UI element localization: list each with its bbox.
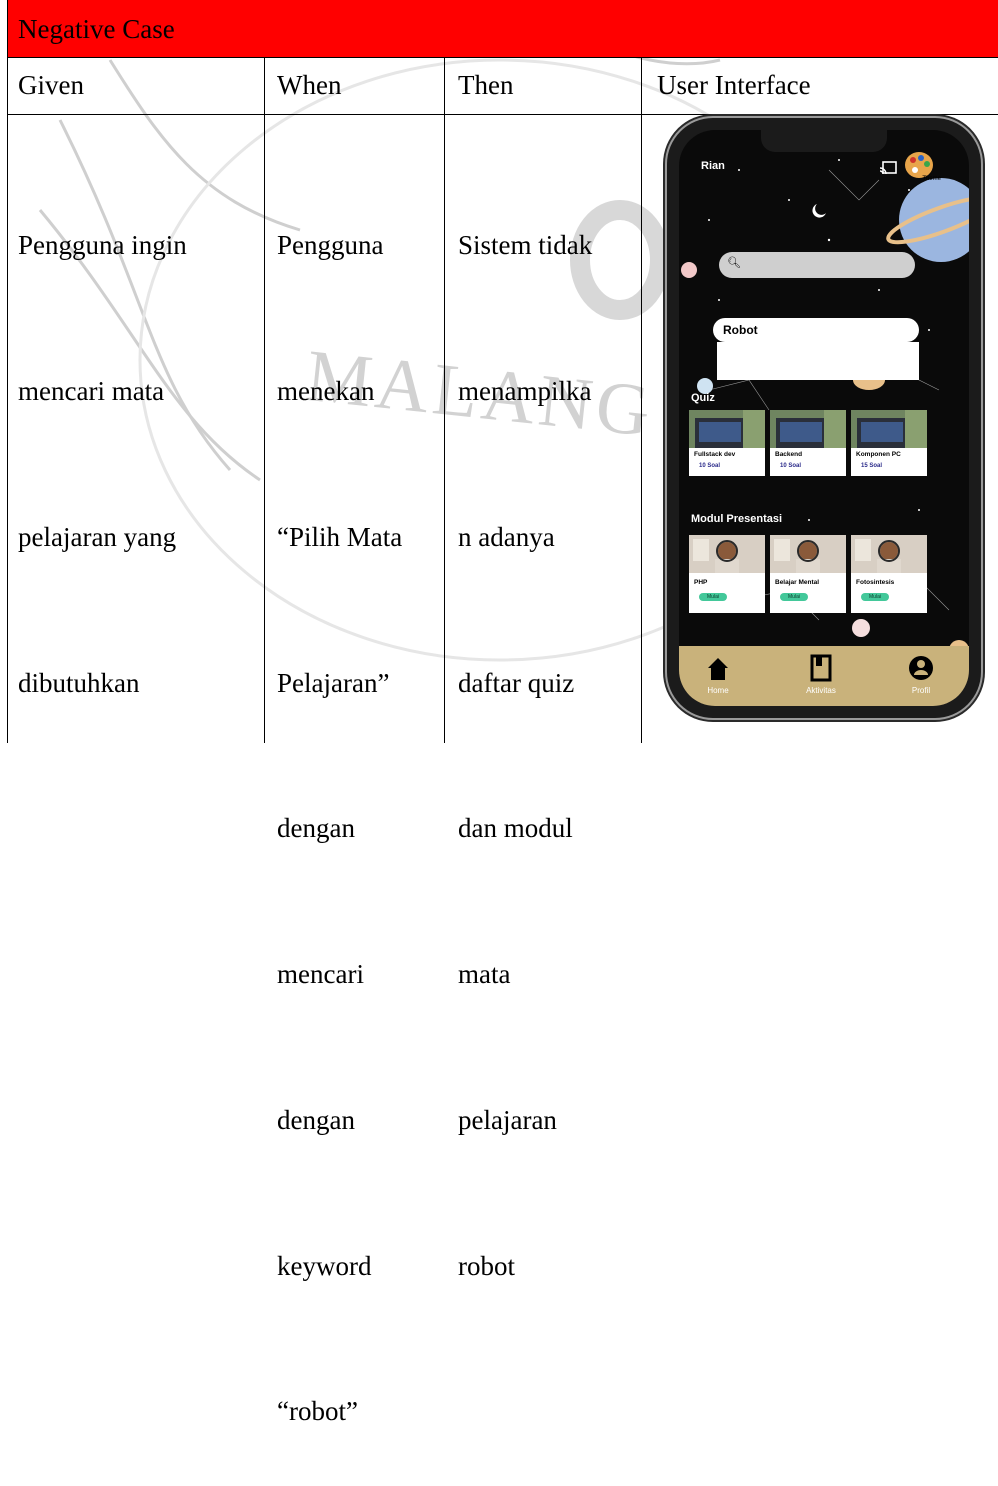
quiz-title: Komponen PC: [856, 451, 901, 458]
nav-profil-label: Profil: [911, 686, 931, 695]
nav-home[interactable]: Home: [688, 654, 748, 695]
then-line: menampilka: [458, 375, 592, 406]
person-thumbnail: [851, 535, 927, 573]
given-line: pelajaran yang: [18, 521, 177, 552]
laptop-thumbnail: [689, 410, 765, 448]
phone-mockup: Rian Theme 🔍︎ Robot Quiz Fullstack dev 1…: [667, 118, 981, 718]
column-divider: [264, 58, 265, 743]
cast-icon[interactable]: [879, 160, 897, 176]
modul-title: Fotosintesis: [856, 579, 895, 586]
column-divider: [444, 58, 445, 743]
row-divider: [7, 114, 998, 115]
when-line: keyword: [277, 1250, 372, 1281]
modul-title: Belajar Mental: [775, 579, 820, 586]
profile-icon: [909, 656, 933, 680]
modul-card[interactable]: Fotosintesis Mulai: [851, 535, 927, 613]
modul-card[interactable]: Belajar Mental Mulai: [770, 535, 846, 613]
given-line: Pengguna ingin: [18, 230, 187, 261]
col-ui-header: User Interface: [657, 70, 811, 100]
then-line: daftar quiz: [458, 667, 575, 698]
when-line: “robot”: [277, 1396, 358, 1427]
when-line: dengan: [277, 1104, 355, 1135]
quiz-card[interactable]: Fullstack dev 10 Soal: [689, 410, 765, 476]
quiz-card[interactable]: Komponen PC 15 Soal: [851, 410, 927, 476]
col-then-header: Then: [458, 70, 514, 100]
nav-home-label: Home: [707, 686, 729, 695]
col-when-header: When: [277, 70, 342, 100]
then-line: Sistem tidak: [458, 230, 593, 261]
when-cell: Pengguna menekan “Pilih Mata Pelajaran” …: [277, 124, 402, 1486]
table-border-left: [7, 0, 8, 743]
user-name: Rian: [701, 160, 725, 172]
then-line: n adanya: [458, 521, 555, 552]
theme-label: Theme: [922, 176, 941, 182]
when-line: “Pilih Mata: [277, 521, 403, 552]
start-label: Mulai: [869, 594, 881, 600]
when-line: mencari: [277, 959, 364, 990]
nav-aktivitas-label: Aktivitas: [806, 686, 836, 695]
query-value: Robot: [723, 323, 758, 337]
when-line: Pengguna: [277, 230, 384, 261]
home-icon: [708, 658, 728, 680]
start-button[interactable]: Mulai: [699, 593, 727, 601]
person-thumbnail: [770, 535, 846, 573]
start-button[interactable]: Mulai: [780, 593, 808, 601]
then-line: pelajaran: [458, 1104, 557, 1135]
when-line: dengan: [277, 813, 355, 844]
subject-query-field[interactable]: Robot: [713, 318, 919, 342]
column-divider: [641, 58, 642, 743]
when-line: menekan: [277, 375, 375, 406]
nav-profil[interactable]: Profil: [891, 654, 951, 695]
person-thumbnail: [689, 535, 765, 573]
modul-section-label: Modul Presentasi: [691, 513, 783, 525]
modul-title: PHP: [694, 579, 708, 586]
section-label: Negative Case: [18, 14, 175, 44]
quiz-card[interactable]: Backend 10 Soal: [770, 410, 846, 476]
quiz-count: 10 Soal: [699, 463, 721, 469]
quiz-section-label: Quiz: [691, 392, 715, 404]
col-given-header: Given: [18, 70, 84, 100]
empty-result-box: [717, 342, 919, 380]
negative-case-header: Negative Case: [7, 0, 998, 58]
then-line: robot: [458, 1250, 515, 1281]
modul-card[interactable]: PHP Mulai: [689, 535, 765, 613]
then-line: mata: [458, 959, 511, 990]
quiz-title: Fullstack dev: [694, 451, 736, 458]
given-line: mencari mata: [18, 375, 165, 406]
quiz-count: 10 Soal: [780, 463, 802, 469]
when-line: Pelajaran”: [277, 667, 390, 698]
start-label: Mulai: [788, 594, 800, 600]
nav-aktivitas[interactable]: Aktivitas: [791, 654, 851, 695]
quiz-title: Backend: [775, 451, 803, 458]
quiz-count: 15 Soal: [861, 463, 883, 469]
start-label: Mulai: [707, 594, 719, 600]
then-line: dan modul: [458, 813, 573, 844]
bottom-navigation: Home Aktivitas Profil: [679, 646, 969, 706]
given-cell: Pengguna ingin mencari mata pelajaran ya…: [18, 124, 187, 804]
start-button[interactable]: Mulai: [861, 593, 889, 601]
search-icon: 🔍︎: [727, 257, 741, 269]
phone-notch: [761, 130, 887, 152]
search-input[interactable]: 🔍︎: [719, 252, 915, 278]
laptop-thumbnail: [770, 410, 846, 448]
given-line: dibutuhkan: [18, 667, 140, 698]
book-icon: [810, 654, 832, 682]
laptop-thumbnail: [851, 410, 927, 448]
then-cell: Sistem tidak menampilka n adanya daftar …: [458, 124, 592, 1387]
app-screen: Rian Theme 🔍︎ Robot Quiz Fullstack dev 1…: [679, 130, 969, 706]
